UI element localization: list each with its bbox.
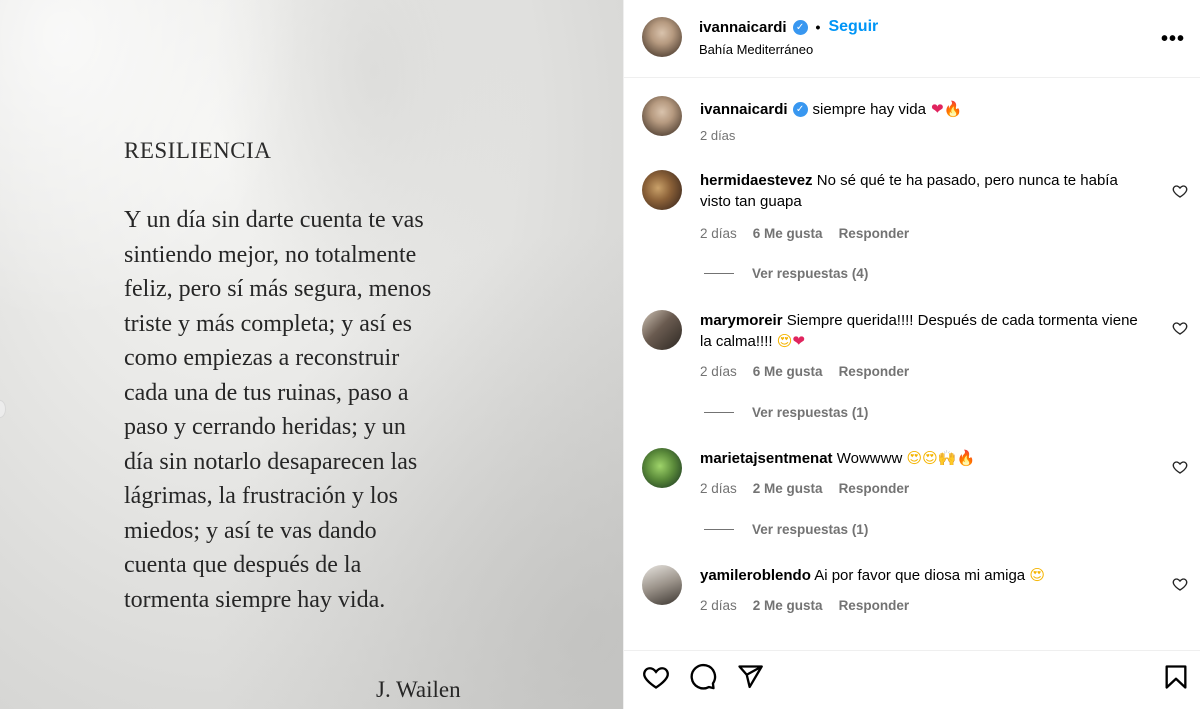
caption-username[interactable]: ivannaicardi [700, 101, 788, 118]
separator-dot: • [815, 19, 821, 35]
reply-button[interactable]: Responder [839, 598, 910, 613]
comment-username[interactable]: marymoreir [700, 312, 783, 329]
comment-item: marietajsentmenat Wowwww 😍😍🙌🔥 2 días 2 M… [642, 448, 1200, 548]
comment-likes[interactable]: 2 Me gusta [753, 481, 823, 496]
comment-text-block: marietajsentmenat Wowwww 😍😍🙌🔥 [700, 448, 1140, 469]
replies-divider [704, 273, 734, 274]
replies-divider [704, 529, 734, 530]
poem-line: feliz, pero sí más segura, menos [124, 276, 432, 302]
comment-item: yamileroblendo Ai por favor que diosa mi… [642, 565, 1200, 635]
view-replies-label: Ver respuestas (4) [752, 266, 869, 281]
poem-line: cada una de tus ruinas, paso a [124, 379, 409, 406]
comment-meta: 2 días 2 Me gusta Responder [700, 481, 909, 496]
view-replies-button[interactable]: Ver respuestas (1) [704, 522, 868, 537]
avatar[interactable] [642, 17, 682, 57]
location-link[interactable]: Bahía Mediterráneo [699, 42, 813, 57]
header-username[interactable]: ivannaicardi [699, 19, 787, 36]
comment-likes[interactable]: 2 Me gusta [753, 598, 823, 613]
heart-icon[interactable] [1172, 320, 1188, 336]
view-replies-button[interactable]: Ver respuestas (1) [704, 405, 868, 420]
comment-time[interactable]: 2 días [700, 364, 737, 379]
poem-line: tormenta siempre hay vida. [124, 586, 386, 613]
caption-emoji: ❤🔥 [930, 100, 963, 118]
comment-time[interactable]: 2 días [700, 226, 737, 241]
avatar[interactable] [642, 96, 682, 136]
comments-list[interactable]: ivannaicardi ✓ siempre hay vida ❤🔥 2 día… [624, 78, 1200, 650]
poem-line: triste y más completa; y así es [124, 310, 412, 337]
poem-line: paso y cerrando heridas; y un [124, 414, 406, 440]
view-replies-label: Ver respuestas (1) [752, 405, 869, 420]
reply-button[interactable]: Responder [839, 226, 910, 241]
poem-line: miedos; y así te vas dando [124, 517, 377, 544]
caption-text: siempre hay vida [812, 100, 926, 118]
comment-time[interactable]: 2 días [700, 481, 737, 496]
heart-icon[interactable] [1172, 576, 1188, 592]
poem-author: J. Wailen [376, 677, 461, 702]
poem-line: lágrimas, la frustración y los [124, 483, 398, 509]
post-header: ivannaicardi ✓ • Seguir Bahía Mediterrán… [624, 0, 1200, 78]
poem-line: Y un día sin darte cuenta te vas [124, 207, 424, 233]
verified-icon: ✓ [792, 101, 808, 117]
poem-title: RESILIENCIA [124, 138, 272, 163]
comment-time[interactable]: 2 días [700, 598, 737, 613]
heart-icon[interactable] [1172, 459, 1188, 475]
post-side-panel: ivannaicardi ✓ • Seguir Bahía Mediterrán… [623, 0, 1200, 709]
bookmark-icon[interactable] [1162, 663, 1190, 691]
comment-emoji: 😍 [1029, 566, 1045, 584]
comment-likes[interactable]: 6 Me gusta [753, 364, 823, 379]
more-icon[interactable]: ••• [1161, 28, 1185, 51]
poem-line: cuenta que después de la [124, 552, 362, 578]
poem-line: como empiezas a reconstruir [124, 345, 400, 371]
share-icon[interactable] [736, 663, 764, 691]
action-bar [624, 650, 1200, 709]
comment-meta: 2 días 6 Me gusta Responder [700, 226, 909, 241]
comment-text: Wowwww [836, 450, 903, 467]
reply-button[interactable]: Responder [839, 481, 910, 496]
comment-emoji: 😍😍🙌🔥 [906, 449, 976, 467]
heart-icon[interactable] [642, 663, 670, 691]
poem-body: Y un día sin darte cuenta te vas sintien… [124, 203, 524, 617]
comment-username[interactable]: marietajsentmenat [700, 450, 833, 467]
heart-icon[interactable] [1172, 183, 1188, 199]
comment-meta: 2 días 2 Me gusta Responder [700, 598, 909, 613]
replies-divider [704, 412, 734, 413]
comment-item: marymoreir Siempre querida!!!! Después d… [642, 310, 1200, 420]
carousel-prev-button[interactable] [0, 400, 6, 418]
comment-username[interactable]: yamileroblendo [700, 567, 811, 584]
avatar[interactable] [642, 310, 682, 350]
follow-button[interactable]: Seguir [828, 18, 878, 36]
comment-likes[interactable]: 6 Me gusta [753, 226, 823, 241]
caption-line: ivannaicardi ✓ siempre hay vida ❤🔥 [700, 100, 962, 118]
comment-text-block: hermidaestevez No sé qué te ha pasado, p… [700, 170, 1140, 212]
comment-emoji: 😍❤ [776, 332, 805, 350]
post-image[interactable]: RESILIENCIA Y un día sin darte cuenta te… [0, 0, 623, 709]
avatar[interactable] [642, 448, 682, 488]
reply-button[interactable]: Responder [839, 364, 910, 379]
view-replies-button[interactable]: Ver respuestas (4) [704, 266, 868, 281]
poem-line: sintiendo mejor, no totalmente [124, 241, 417, 268]
comment-text-block: marymoreir Siempre querida!!!! Después d… [700, 310, 1140, 352]
verified-icon: ✓ [792, 19, 808, 35]
comment-item: hermidaestevez No sé qué te ha pasado, p… [642, 170, 1200, 281]
poem-line: día sin notarlo desaparecen las [124, 448, 418, 475]
avatar[interactable] [642, 170, 682, 210]
caption-time[interactable]: 2 días [700, 128, 735, 143]
comment-username[interactable]: hermidaestevez [700, 172, 813, 189]
comment-meta: 2 días 6 Me gusta Responder [700, 364, 909, 379]
avatar[interactable] [642, 565, 682, 605]
view-replies-label: Ver respuestas (1) [752, 522, 869, 537]
comment-text: Ai por favor que diosa mi amiga [814, 567, 1026, 584]
comment-text-block: yamileroblendo Ai por favor que diosa mi… [700, 565, 1140, 586]
comment-icon[interactable] [689, 663, 717, 691]
header-user: ivannaicardi ✓ • Seguir [699, 18, 878, 36]
